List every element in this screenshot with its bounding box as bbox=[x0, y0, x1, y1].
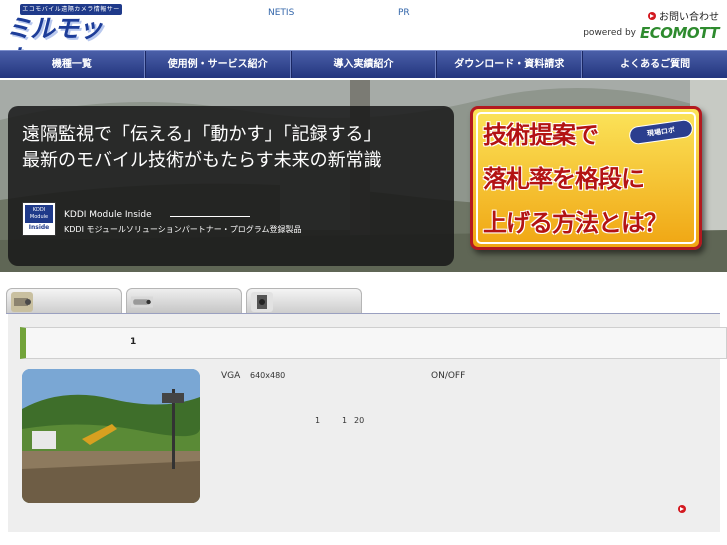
nav-item-models[interactable]: 機種一覧 bbox=[0, 51, 145, 78]
product-title-bar bbox=[20, 327, 727, 359]
logo-name: ミルモット bbox=[6, 14, 103, 73]
kddi-badge-inside: Inside bbox=[25, 223, 53, 233]
spec-onoff: ON/OFF bbox=[431, 371, 466, 381]
nav-item-download[interactable]: ダウンロード・資料請求 bbox=[436, 51, 583, 78]
tab-camera-2[interactable] bbox=[126, 288, 242, 314]
spec-value-2: 1 bbox=[342, 416, 348, 425]
netis-link[interactable]: NETIS bbox=[268, 8, 294, 18]
camera-thumbnail-icon bbox=[11, 292, 33, 312]
arrow-circle-icon[interactable] bbox=[678, 505, 686, 513]
ecomott-logo: ECOMOTT bbox=[640, 24, 720, 42]
hero-headline: 遠隔監視で「伝える」「動かす」「記録する」 bbox=[22, 124, 382, 145]
tab-camera-1[interactable] bbox=[6, 288, 122, 314]
page: エコモバイル遠隔カメラ情報サービス ミルモット NETIS PR お問い合わせ … bbox=[0, 0, 727, 545]
camera-thumbnail-icon bbox=[131, 296, 153, 308]
nav-item-usage[interactable]: 使用例・サービス紹介 bbox=[144, 51, 291, 78]
promo-line-2: 落札率を格段に bbox=[483, 164, 645, 193]
spec-value-1: 1 bbox=[315, 416, 321, 425]
kddi-divider bbox=[170, 216, 250, 217]
spec-value-3: 20 bbox=[354, 416, 365, 425]
main-nav: 機種一覧 使用例・サービス紹介 導入実績紹介 ダウンロード・資料請求 よくあるご… bbox=[0, 50, 727, 78]
hero-banner[interactable]: 遠隔監視で「伝える」「動かす」「記録する」 最新のモバイル技術がもたらす未来の新… bbox=[0, 80, 727, 272]
promo-line-1: 技術提案で bbox=[483, 120, 599, 149]
arrow-circle-icon bbox=[648, 11, 656, 20]
camera-thumbnail-icon bbox=[251, 292, 273, 312]
powered-by[interactable]: powered by ECOMOTT bbox=[583, 24, 719, 42]
spec-resolution: 640x480 bbox=[250, 371, 286, 380]
header: エコモバイル遠隔カメラ情報サービス ミルモット NETIS PR お問い合わせ … bbox=[0, 0, 727, 73]
pr-link[interactable]: PR bbox=[398, 8, 410, 18]
kddi-module-badge: KDDI Module Inside bbox=[22, 202, 56, 236]
kddi-badge-top-text: KDDI Module bbox=[29, 207, 49, 220]
site-photo bbox=[22, 369, 200, 503]
spec-vga: VGA bbox=[221, 371, 241, 381]
tab-camera-3[interactable] bbox=[246, 288, 362, 314]
kddi-subtitle: KDDI モジュールソリューションパートナー・プログラム登録製品 bbox=[64, 225, 302, 234]
product-tabs bbox=[6, 288, 366, 314]
nav-item-cases[interactable]: 導入実績紹介 bbox=[290, 51, 437, 78]
product-title: 1 bbox=[130, 337, 137, 347]
promo-banner[interactable]: 技術提案で 現場ロボ 落札率を格段に 上げる方法とは？ bbox=[470, 106, 702, 250]
promo-line-3: 上げる方法とは？ bbox=[483, 208, 668, 237]
contact-label: お問い合わせ bbox=[659, 12, 719, 23]
contact-link[interactable]: お問い合わせ bbox=[648, 8, 719, 23]
hero-subheadline: 最新のモバイル技術がもたらす未来の新常識 bbox=[22, 150, 382, 171]
nav-item-faq[interactable]: よくあるご質問 bbox=[582, 51, 727, 78]
site-logo[interactable]: エコモバイル遠隔カメラ情報サービス ミルモット bbox=[6, 4, 124, 73]
kddi-title: KDDI Module Inside bbox=[64, 210, 152, 220]
powered-by-label: powered by bbox=[583, 28, 636, 38]
